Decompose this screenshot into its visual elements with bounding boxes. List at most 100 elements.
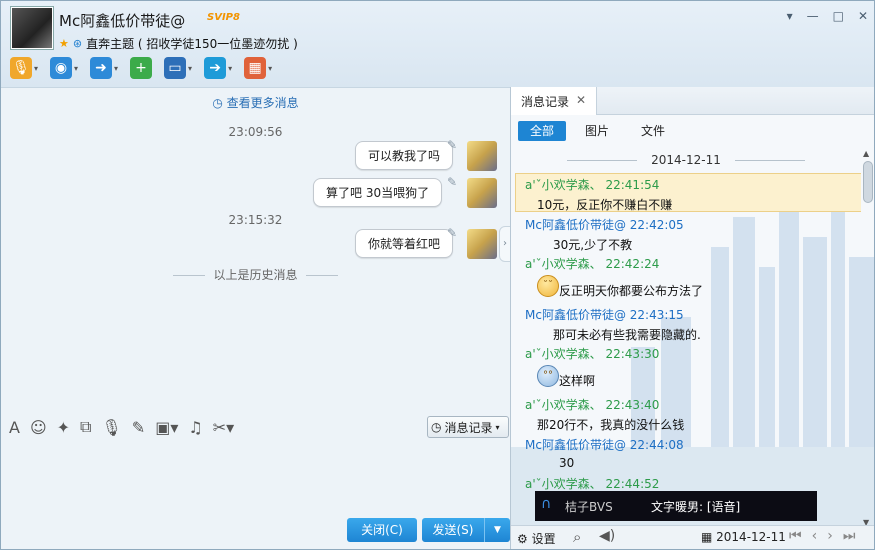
send-options-chevron-icon[interactable]: ▼ [484,518,510,542]
send-label[interactable]: 发送(S) [422,518,484,542]
entry-text: 那20行不，我真的没什么钱 [537,418,685,432]
contact-nickname[interactable]: Mc阿鑫低价带徒@ [59,10,185,31]
screenshot-icon[interactable]: ⧉ [80,417,91,437]
entry-sender: a'ˇ小欢学森、 22:42:24 [525,257,660,271]
message-bubble[interactable]: 算了吧 30当喂狗了 [313,178,443,207]
view-more-messages-link[interactable]: ◷ 查看更多消息 [1,94,510,111]
chevron-down-icon: ▾ [495,422,500,432]
add-app-icon: + [130,57,153,79]
first-page-icon[interactable]: ⏮ [789,528,812,544]
filter-all[interactable]: 全部 [518,121,566,141]
sigh-emoji-icon: ˘˘ [537,275,559,297]
tab-label: 消息记录 [521,95,570,109]
toolbar-button[interactable]: ➔ ▾ [201,55,235,81]
scroll-thumb[interactable] [863,161,873,203]
send-button[interactable]: 发送(S) ▼ [422,518,510,542]
record-filters: 全部 图片 文件 [511,115,874,149]
chevron-down-icon[interactable]: ▾ [268,64,272,73]
search-icon[interactable]: ⌕ [573,528,581,546]
clock-icon: ◷ [431,420,442,434]
chevron-down-icon[interactable]: ▾ [34,64,38,73]
minimize-icon[interactable]: — [807,9,819,23]
pin-icon: ✎ [447,138,458,152]
chat-toolbar: 🎙 ▾ ◉ ▾ ➜ ▾ + ▭ ▾ ➔ ▾ ▦ ▾ [7,55,275,81]
filter-images[interactable]: 图片 [573,121,621,141]
window-controls: ▾ — □ ✕ [787,9,868,23]
scissors-icon[interactable]: ✂▾ [213,418,234,437]
tab-message-record[interactable]: 消息记录 ✕ [511,87,597,115]
close-button[interactable]: 关闭(C) [347,518,417,542]
settings-label: 设置 [531,532,556,546]
mic-icon[interactable]: 🎙 [101,418,121,437]
toolbar-button[interactable]: ▭ ▾ [161,55,195,81]
close-window-icon[interactable]: ✕ [858,9,868,23]
conversation-panel: ◷ 查看更多消息 23:09:56 可以教我了吗 ✎ 算了吧 30当喂狗了 ✎ … [1,87,511,549]
scroll-up-icon[interactable]: ▲ [863,149,869,158]
self-avatar[interactable] [467,178,497,208]
record-date: 2014-12-11 [511,153,861,167]
speaker-icon[interactable]: ◀) [599,528,615,544]
qzone-icon[interactable]: ⊛ [73,37,82,50]
edit-icon[interactable]: ✎ [132,418,145,437]
chat-window: Mc阿鑫低价带徒@ SVIP8 ★ ⊛ 直奔主题 ( 招收学徒150一位墨迹勿扰… [0,0,875,550]
filter-files[interactable]: 文件 [629,121,677,141]
entry-sender: Mc阿鑫低价带徒@ 22:42:05 [525,218,684,232]
message-bubble[interactable]: 可以教我了吗 [355,141,454,170]
toolbar-button[interactable]: ➜ ▾ [87,55,121,81]
history-button-label: 消息记录 [444,420,493,435]
view-more-label: 查看更多消息 [226,96,299,110]
entry-sender: a'ˇ小欢学森、 22:43:40 [525,398,660,412]
star-icon: ★ [59,37,69,50]
message-input[interactable] [1,444,510,514]
window-menu-icon[interactable]: ▾ [787,9,793,23]
record-scrollbar[interactable]: ▲ ▼ [862,149,874,527]
entry-text: 这样啊 [559,374,596,388]
entry-text: 10元，反正你不赚白不赚 [537,198,673,212]
toolbar-button[interactable]: ◉ ▾ [47,55,81,81]
message-history-button[interactable]: ◷ 消息记录 ▾ [427,416,509,438]
entry-text: 反正明天你都要公布方法了 [559,284,704,298]
date-picker[interactable]: ▦ 2014-12-11 [701,530,786,544]
chat-header: Mc阿鑫低价带徒@ SVIP8 ★ ⊛ 直奔主题 ( 招收学徒150一位墨迹勿扰… [1,1,874,87]
entry-text: 那可未必有些我需要隐藏的. [553,328,701,342]
pin-icon: ✎ [447,175,458,189]
date-picker-value: 2014-12-11 [716,530,786,544]
message-time: 23:15:32 [228,213,283,227]
message-time: 23:09:56 [228,125,283,139]
prev-page-icon[interactable]: ‹ [812,528,828,544]
video-call-icon: ◉ [50,57,73,79]
send-file-icon: ➜ [90,57,113,79]
next-page-icon[interactable]: › [827,528,843,544]
chevron-down-icon[interactable]: ▾ [188,64,192,73]
contact-avatar[interactable] [11,7,53,49]
entry-sender: a'ˇ小欢学森、 22:43:30 [525,347,660,361]
headphones-icon: ∩ [541,496,552,512]
chevron-down-icon[interactable]: ▾ [228,64,232,73]
pin-icon: ✎ [447,226,458,240]
self-avatar[interactable] [467,229,497,259]
message-bubble[interactable]: 你就等着红吧 [355,229,454,258]
font-icon[interactable]: A [9,418,20,437]
share-screen-icon: ➔ [204,57,227,79]
record-footer: ⚙ 设置 ⌕ ◀) ▦ 2014-12-11 ⏮‹›⏭ [511,525,874,549]
toolbar-button[interactable]: 🎙 ▾ [7,55,41,81]
chevron-down-icon[interactable]: ▾ [114,64,118,73]
maximize-icon[interactable]: □ [833,9,844,23]
toolbar-button[interactable]: + [127,55,155,81]
history-divider: 以上是历史消息 [1,266,510,283]
emoji-icon[interactable]: ☺ [30,418,47,437]
music-icon[interactable]: ♫ [188,418,202,437]
voice-call-icon: 🎙 [10,57,32,79]
chevron-down-icon[interactable]: ▾ [74,64,78,73]
voice-message-card[interactable]: ∩ 桔子BVS 文字暖男: [语音] [535,491,817,521]
image-icon[interactable]: ▣▾ [155,418,178,437]
message-record-panel: 消息记录 ✕ 全部 图片 文件 2014-12-11 a'ˇ小欢学森、 22:4… [510,87,874,549]
close-tab-icon[interactable]: ✕ [576,93,586,107]
self-avatar[interactable] [467,141,497,171]
svip-badge-icon: SVIP8 [207,12,240,23]
sweat-emoji-icon: °° [537,365,559,387]
magic-icon[interactable]: ✦ [57,418,70,437]
last-page-icon[interactable]: ⏭ [843,528,866,544]
settings-button[interactable]: ⚙ 设置 [517,530,556,547]
toolbar-button[interactable]: ▦ ▾ [241,55,275,81]
